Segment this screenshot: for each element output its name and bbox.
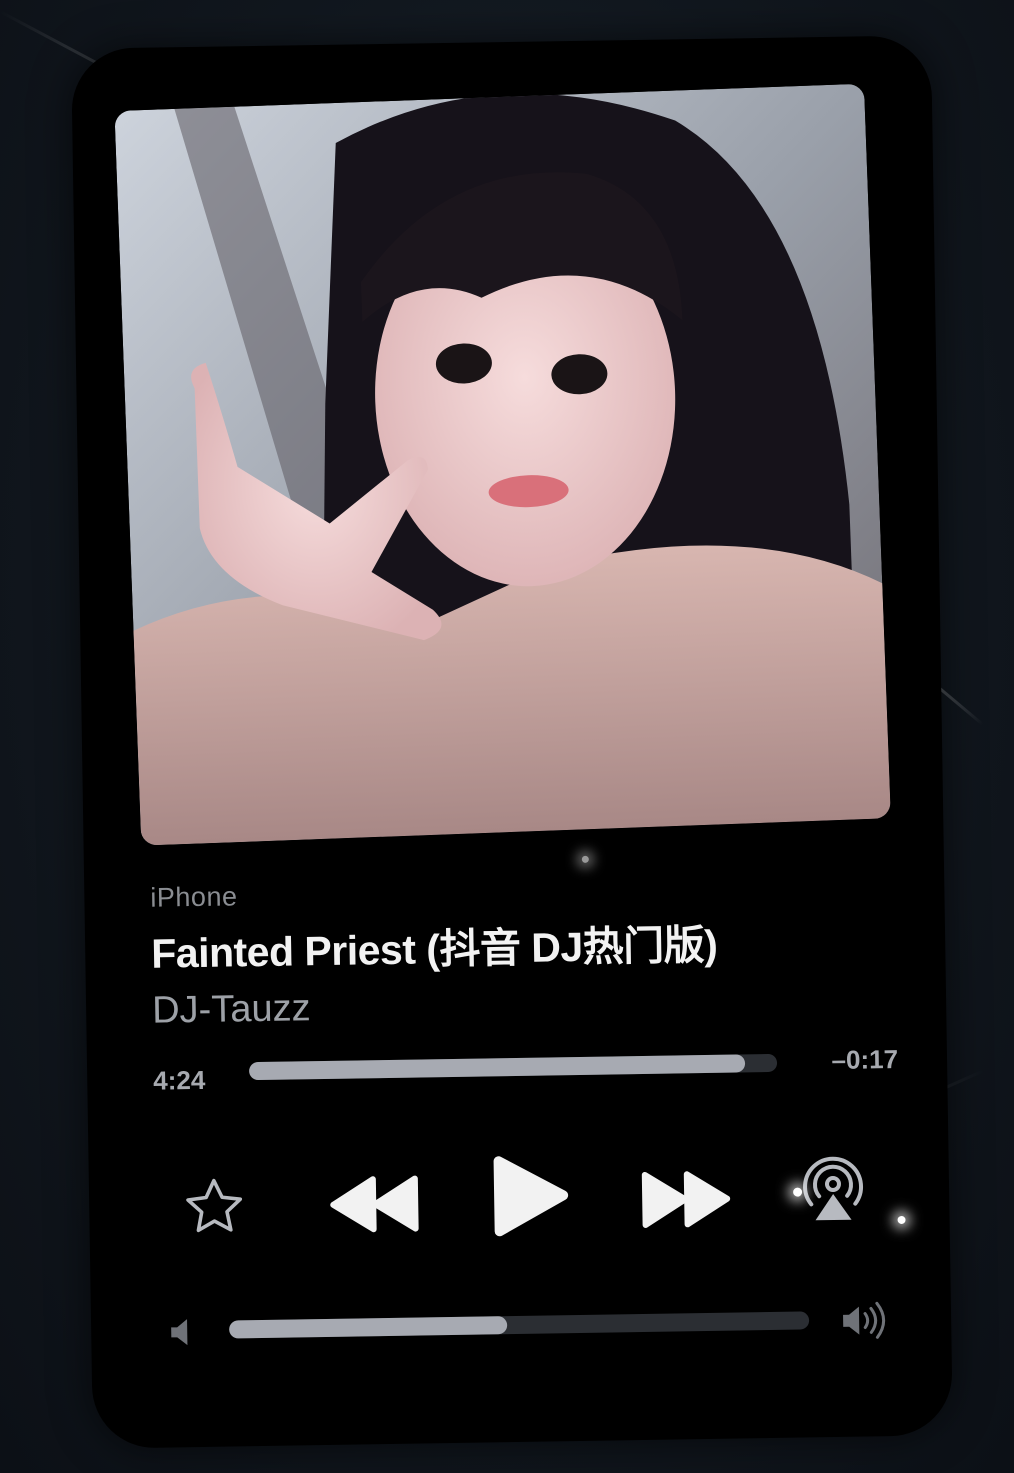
rewind-icon [330,1175,419,1233]
speaker-low-icon [171,1319,188,1346]
volume-slider[interactable] [229,1311,810,1339]
previous-button[interactable] [327,1172,424,1240]
progress-fill [248,1054,746,1081]
remaining-time: –0:17 [831,1043,899,1076]
play-icon [493,1156,569,1237]
sparkle [581,855,589,863]
volume-fill [229,1316,508,1339]
sparkle [793,1187,803,1197]
airplay-icon [803,1156,864,1221]
track-info: iPhone Fainted Priest (抖音 DJ热门版) DJ-Tauz… [150,871,886,1033]
play-button[interactable] [490,1152,571,1244]
transport-controls [88,1140,950,1263]
next-button[interactable] [637,1168,734,1236]
favorite-button[interactable] [181,1173,248,1245]
sparkle [897,1215,906,1225]
album-artwork [114,83,891,846]
playback-progress[interactable]: 4:24 –0:17 [153,1044,898,1098]
track-title: Fainted Priest (抖音 DJ热门版) [150,921,718,977]
now-playing-card: iPhone Fainted Priest (抖音 DJ热门版) DJ-Tauz… [71,35,953,1449]
fast-forward-icon [641,1171,731,1228]
elapsed-time: 4:24 [153,1064,206,1096]
speaker-high-icon [843,1301,886,1339]
star-icon [186,1178,243,1233]
airplay-button[interactable] [794,1149,871,1231]
volume-control[interactable] [157,1298,898,1350]
progress-scrubber[interactable] [248,1053,778,1081]
track-artist[interactable]: DJ-Tauzz [152,978,887,1033]
output-device-label: iPhone [150,881,238,913]
